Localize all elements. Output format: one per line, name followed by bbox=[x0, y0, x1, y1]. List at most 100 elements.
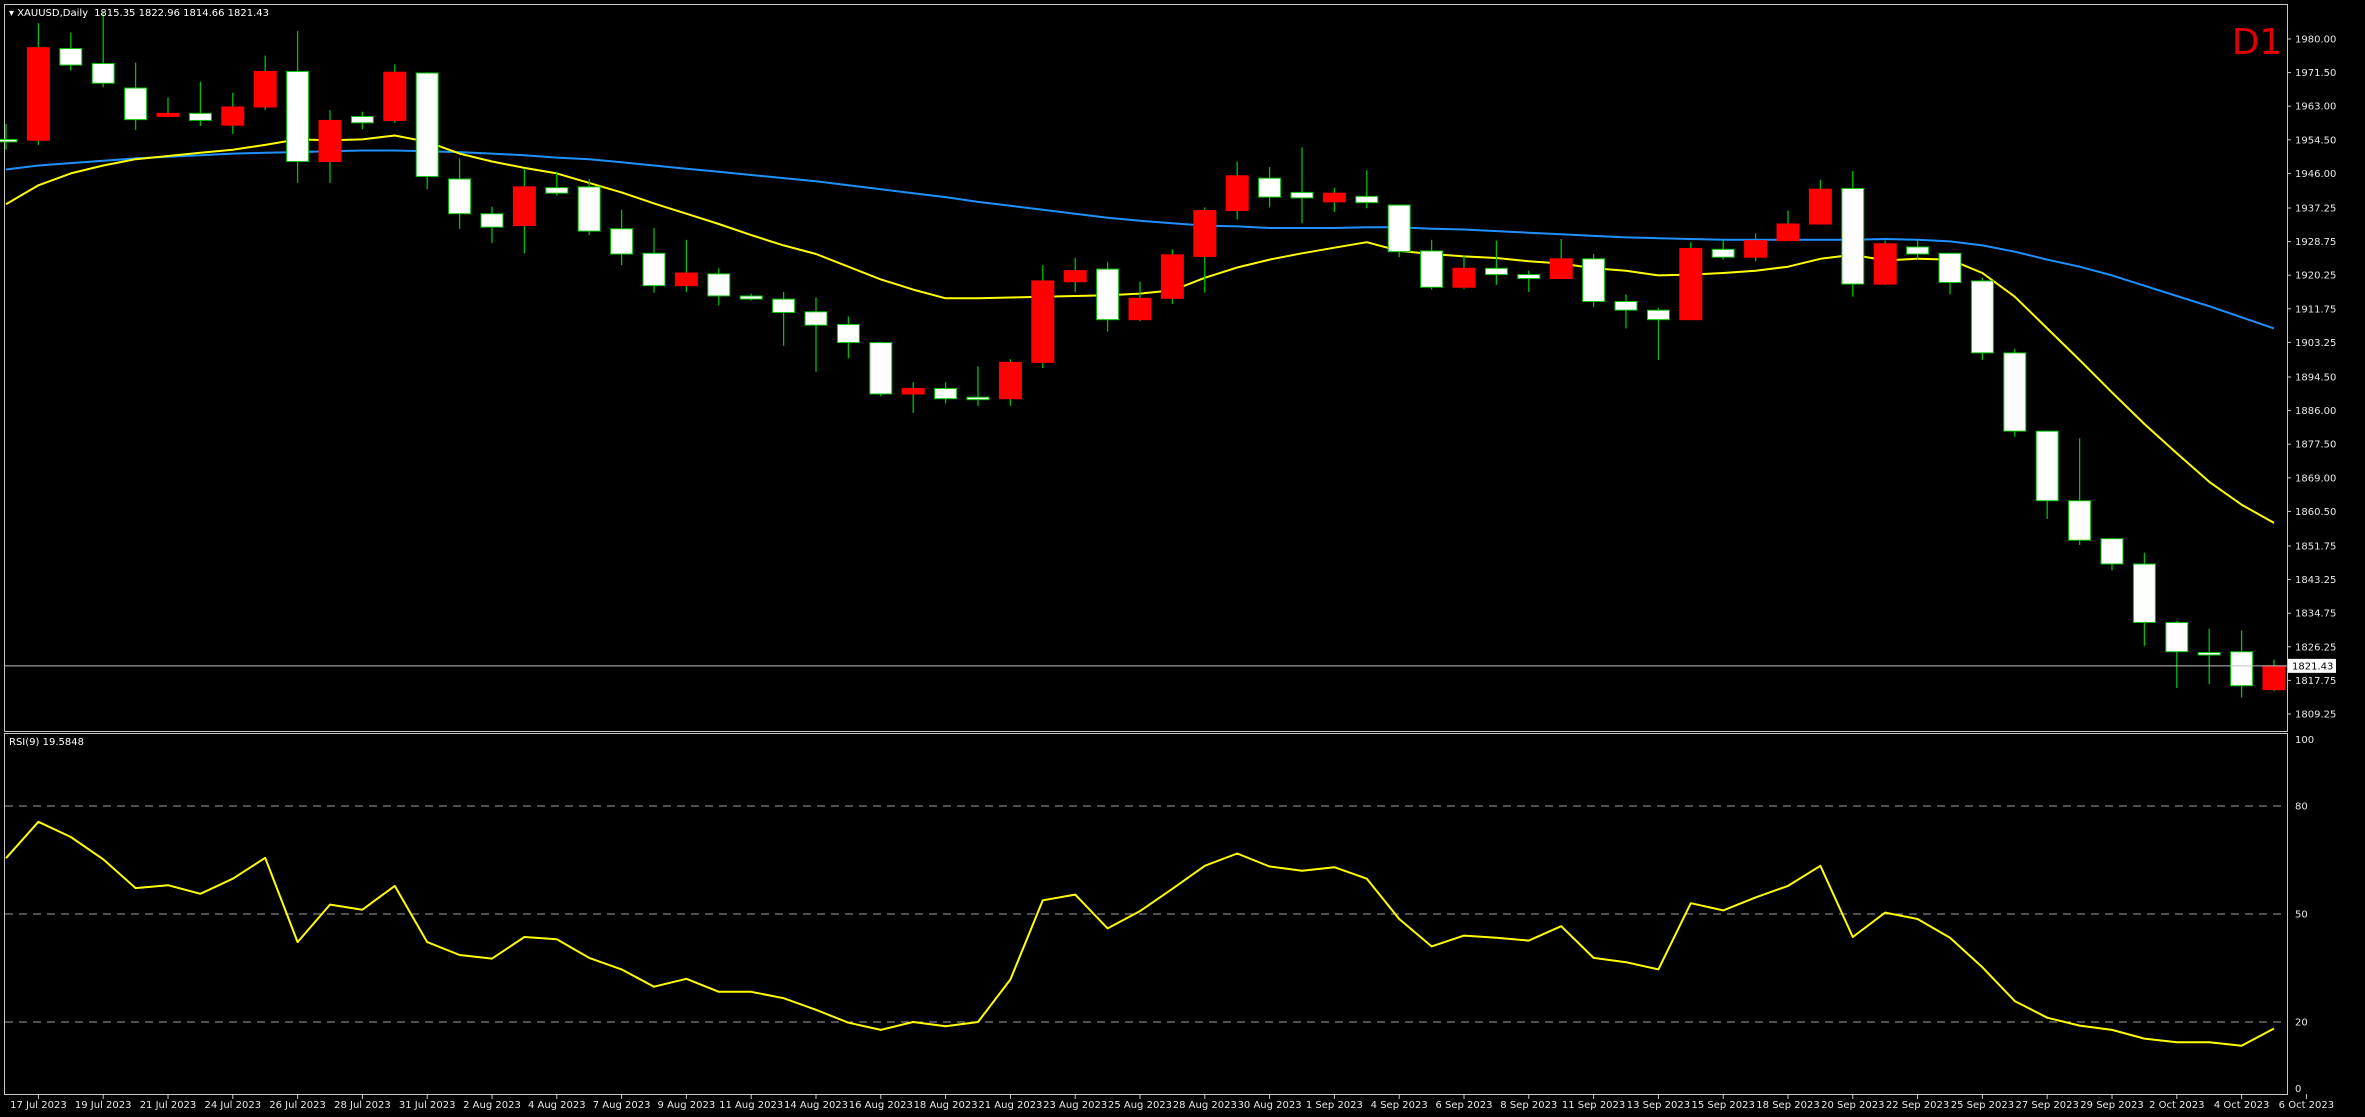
candle bbox=[1031, 265, 1055, 368]
date-tick-label: 23 Aug 2023 bbox=[1043, 1100, 1107, 1111]
date-tick-label: 20 Sep 2023 bbox=[1821, 1100, 1884, 1111]
candle bbox=[2003, 348, 2027, 437]
date-tick-label: 27 Sep 2023 bbox=[2016, 1100, 2079, 1111]
date-tick-label: 2 Aug 2023 bbox=[463, 1100, 521, 1111]
candle-body-bear bbox=[1873, 243, 1897, 285]
candle-body-bull bbox=[1970, 280, 1994, 354]
candle-body-bear bbox=[1128, 297, 1152, 321]
date-tick-label: 28 Jul 2023 bbox=[334, 1100, 391, 1111]
price-tick-label: 1937.25 bbox=[2295, 203, 2336, 214]
price-tick-label: 1834.75 bbox=[2295, 609, 2336, 620]
rsi-tick-label: 50 bbox=[2295, 910, 2308, 921]
candle-body-bear bbox=[1322, 192, 1346, 203]
candle-body-bull bbox=[1420, 250, 1444, 288]
rsi-tick-label: 20 bbox=[2295, 1018, 2308, 1029]
date-tick-label: 9 Aug 2023 bbox=[658, 1100, 716, 1111]
date-tick-label: 13 Sep 2023 bbox=[1627, 1100, 1690, 1111]
candle-body-bull bbox=[772, 298, 796, 314]
price-tick-label: 1911.75 bbox=[2295, 304, 2336, 315]
candle bbox=[1679, 242, 1703, 321]
price-tick-label: 1886.00 bbox=[2295, 406, 2336, 417]
date-tick-label: 25 Sep 2023 bbox=[1951, 1100, 2014, 1111]
candle-body-bear bbox=[156, 112, 180, 117]
candle-body-bear bbox=[1808, 188, 1832, 225]
date-tick-label: 8 Sep 2023 bbox=[1500, 1100, 1557, 1111]
candle-body-bull bbox=[480, 213, 504, 228]
candle-body-bear bbox=[1031, 280, 1055, 363]
candle-body-bull bbox=[966, 396, 990, 401]
candle-body-bull bbox=[545, 187, 569, 194]
candle-body-bear bbox=[1225, 175, 1249, 212]
price-tick-label: 1903.25 bbox=[2295, 338, 2336, 349]
price-tick-label: 1954.50 bbox=[2295, 135, 2336, 146]
price-tick-label: 1894.50 bbox=[2295, 372, 2336, 383]
date-tick-label: 1 Sep 2023 bbox=[1306, 1100, 1363, 1111]
date-tick-label: 19 Jul 2023 bbox=[75, 1100, 132, 1111]
candle-body-bear bbox=[1549, 258, 1573, 280]
rsi-tick-label: 80 bbox=[2295, 802, 2308, 813]
candle-body-bull bbox=[1290, 191, 1314, 199]
candle-body-bull bbox=[91, 63, 115, 84]
candle bbox=[1873, 240, 1897, 285]
candle-body-bull bbox=[1938, 252, 1962, 284]
candle-body-bear bbox=[253, 70, 277, 108]
price-tick-label: 1817.75 bbox=[2295, 676, 2336, 687]
candle-body-bear bbox=[2262, 665, 2286, 691]
candle bbox=[577, 178, 601, 236]
price-tick-label: 1877.50 bbox=[2295, 440, 2336, 451]
date-tick-label: 4 Oct 2023 bbox=[2214, 1100, 2269, 1111]
candle-body-bull bbox=[1517, 274, 1541, 280]
current-price-label: 1821.43 bbox=[2292, 661, 2333, 672]
rsi-tick-label: 100 bbox=[2295, 735, 2314, 746]
candle-body-bull bbox=[124, 87, 148, 121]
candle-body-bull bbox=[1484, 267, 1508, 276]
candle-body-bull bbox=[804, 311, 828, 326]
candle-body-bull bbox=[2230, 651, 2254, 687]
candle-body-bull bbox=[739, 295, 763, 300]
candle-body-bull bbox=[1258, 177, 1282, 198]
price-tick-label: 1920.25 bbox=[2295, 271, 2336, 282]
candle-body-bear bbox=[221, 106, 245, 126]
candle-body-bull bbox=[0, 138, 18, 143]
candle bbox=[869, 341, 893, 397]
date-tick-label: 11 Sep 2023 bbox=[1562, 1100, 1625, 1111]
date-tick-label: 26 Jul 2023 bbox=[269, 1100, 326, 1111]
date-tick-label: 24 Jul 2023 bbox=[204, 1100, 261, 1111]
candle-body-bull bbox=[2068, 500, 2092, 541]
date-tick-label: 22 Sep 2023 bbox=[1886, 1100, 1949, 1111]
candle-body-bull bbox=[1841, 187, 1865, 285]
symbol-triangle-icon: ▾ bbox=[9, 8, 17, 19]
price-tick-label: 1963.00 bbox=[2295, 102, 2336, 113]
date-tick-label: 4 Sep 2023 bbox=[1371, 1100, 1428, 1111]
candle-body-bear bbox=[512, 186, 536, 227]
candle bbox=[1387, 204, 1411, 258]
candle-body-bear bbox=[1193, 210, 1217, 257]
date-tick-label: 6 Sep 2023 bbox=[1435, 1100, 1492, 1111]
date-tick-label: 17 Jul 2023 bbox=[10, 1100, 67, 1111]
candle-body-bear bbox=[1679, 248, 1703, 321]
rsi-tick-label: 0 bbox=[2295, 1084, 2301, 1095]
candle bbox=[998, 359, 1022, 406]
candle-body-bull bbox=[2132, 563, 2156, 623]
candle-body-bear bbox=[674, 272, 698, 287]
date-tick-label: 21 Jul 2023 bbox=[140, 1100, 197, 1111]
date-tick-label: 11 Aug 2023 bbox=[719, 1100, 783, 1111]
date-tick-label: 16 Aug 2023 bbox=[849, 1100, 913, 1111]
date-tick-label: 30 Aug 2023 bbox=[1238, 1100, 1302, 1111]
candle bbox=[1970, 277, 1994, 360]
price-tick-label: 1843.25 bbox=[2295, 575, 2336, 586]
candle-body-bear bbox=[383, 71, 407, 121]
candle-body-bull bbox=[2035, 430, 2059, 502]
candle-body-bull bbox=[2165, 621, 2189, 653]
candle-body-bull bbox=[1646, 309, 1670, 321]
price-tick-label: 1860.50 bbox=[2295, 507, 2336, 518]
candle-body-bull bbox=[2003, 352, 2027, 432]
price-tick-label: 1869.00 bbox=[2295, 473, 2336, 484]
date-tick-label: 6 Oct 2023 bbox=[2279, 1100, 2334, 1111]
candle-body-bear bbox=[318, 119, 342, 163]
price-tick-label: 1971.50 bbox=[2295, 68, 2336, 79]
date-tick-label: 18 Aug 2023 bbox=[914, 1100, 978, 1111]
candle-body-bear bbox=[1452, 267, 1476, 288]
candle-body-bull bbox=[350, 115, 374, 124]
price-tick-label: 1826.25 bbox=[2295, 642, 2336, 653]
